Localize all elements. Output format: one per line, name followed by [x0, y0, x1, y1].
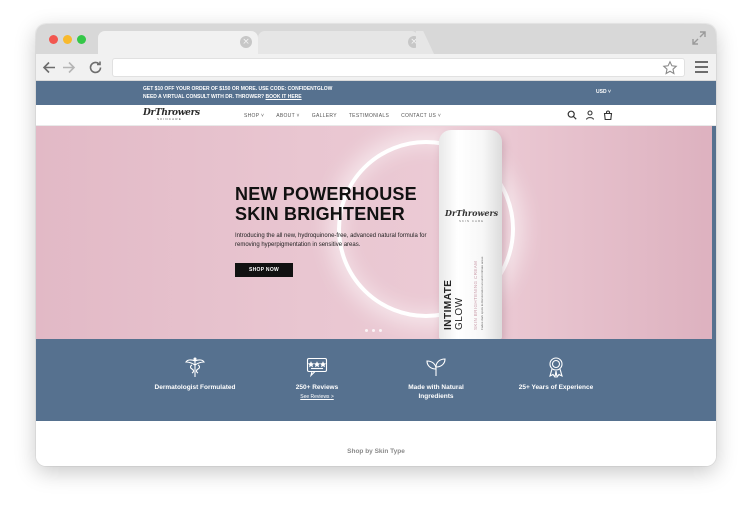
close-window-button[interactable] — [49, 35, 58, 44]
menu-testimonials[interactable]: TESTIMONIALS — [349, 113, 389, 119]
shop-now-button[interactable]: SHOP NOW — [235, 263, 293, 277]
shop-by-skin-type-heading: Shop by Skin Type — [347, 448, 405, 455]
menu-gallery[interactable]: GALLERY — [312, 113, 337, 119]
feature-dermatologist: Dermatologist Formulated — [140, 356, 250, 392]
menu-shop[interactable]: SHOP ˅ — [244, 113, 264, 119]
features-band: Dermatologist Formulated 250+ Reviews Se… — [36, 339, 716, 421]
menu-about[interactable]: ABOUT ˅ — [276, 113, 300, 119]
hero-title: NEW POWERHOUSE SKIN BRIGHTENER — [235, 184, 417, 224]
address-bar[interactable] — [112, 58, 685, 77]
account-icon[interactable] — [585, 110, 595, 120]
browser-window: × × GET $10 OFF YOUR ORDER OF $150 OR MO… — [36, 24, 716, 466]
hero-description: Introducing the all new, hydroquinone-fr… — [235, 233, 427, 248]
feature-experience: 25+ Years of Experience — [501, 356, 611, 392]
cart-icon[interactable] — [603, 110, 613, 120]
review-stars-icon — [306, 357, 328, 378]
scrollbar-edge — [712, 126, 716, 339]
feature-natural-ingredients: Made with Natural Ingredients — [381, 356, 491, 401]
minimize-window-button[interactable] — [63, 35, 72, 44]
award-ribbon-icon — [549, 357, 563, 378]
reload-icon[interactable] — [87, 59, 104, 76]
see-reviews-link[interactable]: See Reviews > — [262, 394, 372, 400]
tab-close-icon[interactable]: × — [240, 36, 252, 48]
search-icon[interactable] — [567, 110, 577, 120]
hero-banner: DrThrowers SKIN CARE INTIMATE GLOW SKIN … — [36, 126, 716, 339]
carousel-dot[interactable] — [372, 329, 375, 332]
carousel-dot[interactable] — [365, 329, 368, 332]
bookmark-star-icon[interactable] — [662, 60, 678, 76]
main-menu: SHOP ˅ ABOUT ˅ GALLERY TESTIMONIALS CONT… — [244, 113, 441, 119]
currency-selector[interactable]: USD ˅ — [596, 89, 611, 95]
page-viewport: GET $10 OFF YOUR ORDER OF $150 OR MORE. … — [36, 81, 716, 466]
menu-contact-us[interactable]: CONTACT US ˅ — [401, 113, 441, 119]
leaf-icon — [426, 358, 446, 376]
announcement-text: GET $10 OFF YOUR ORDER OF $150 OR MORE. … — [143, 86, 333, 100]
brand-logo[interactable]: DrThrowers SKINCARE — [143, 108, 200, 121]
book-consult-link[interactable]: BOOK IT HERE — [266, 94, 302, 100]
caduceus-icon — [185, 357, 205, 377]
feature-reviews: 250+ Reviews See Reviews > — [262, 356, 372, 400]
forward-arrow-icon[interactable] — [60, 59, 77, 76]
announcement-bar: GET $10 OFF YOUR ORDER OF $150 OR MORE. … — [36, 81, 716, 105]
back-arrow-icon[interactable] — [41, 59, 58, 76]
browser-tab[interactable]: × — [258, 31, 420, 54]
browser-toolbar — [36, 54, 716, 81]
browser-menu-icon[interactable] — [694, 60, 709, 74]
expand-icon[interactable] — [692, 31, 706, 45]
browser-tab-active[interactable]: × — [98, 31, 258, 54]
header-icons — [567, 110, 613, 120]
maximize-window-button[interactable] — [77, 35, 86, 44]
site-header: DrThrowers SKINCARE SHOP ˅ ABOUT ˅ GALLE… — [36, 105, 716, 126]
product-bottle-image: DrThrowers SKIN CARE INTIMATE GLOW SKIN … — [439, 130, 502, 339]
carousel-dots — [365, 329, 382, 332]
new-tab-button[interactable] — [416, 31, 434, 54]
carousel-dot[interactable] — [379, 329, 382, 332]
tab-strip: × × — [36, 24, 716, 54]
